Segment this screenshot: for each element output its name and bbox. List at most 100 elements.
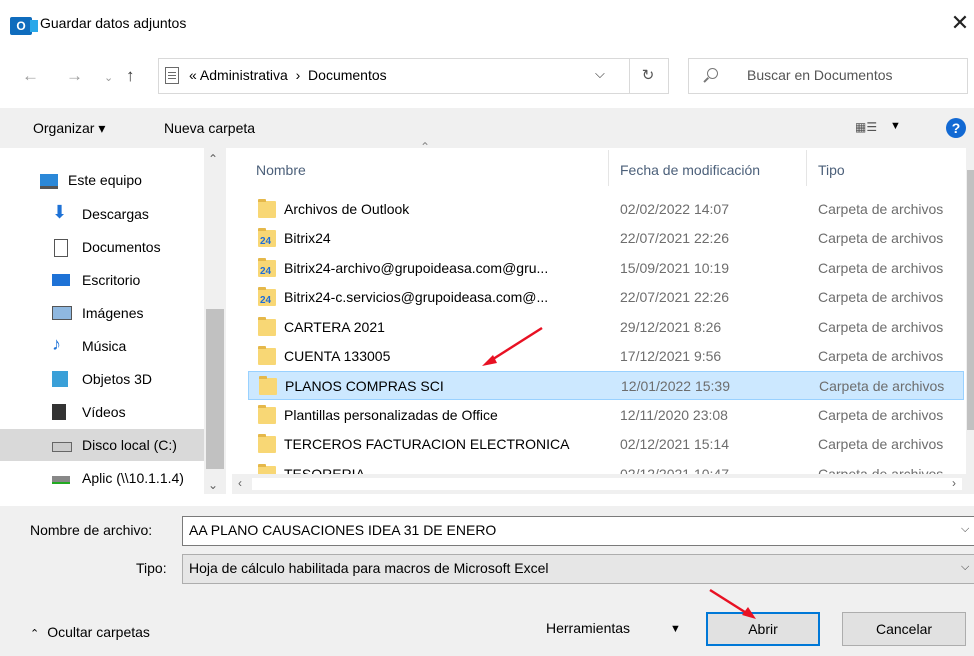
- chevron-up-icon: ⌃: [30, 628, 40, 640]
- file-name: PLANOS COMPRAS SCI: [285, 378, 444, 395]
- music-icon: ♪: [52, 334, 61, 354]
- file-date: 29/12/2021 8:26: [620, 318, 722, 335]
- file-date: 12/11/2020 23:08: [620, 406, 728, 423]
- file-list-scrollbar-thumb[interactable]: [967, 170, 974, 430]
- file-type: Carpeta de archivos: [818, 230, 944, 247]
- nav-item-disco-local[interactable]: Disco local (C:): [0, 429, 204, 461]
- nav-item-este-equipo[interactable]: Este equipo: [0, 164, 204, 196]
- new-folder-button[interactable]: Nueva carpeta: [164, 120, 255, 136]
- file-date: 02/12/2021 15:14: [620, 436, 729, 453]
- nav-item-descargas[interactable]: ⬇ Descargas: [0, 198, 204, 230]
- up-arrow-icon[interactable]: ↑: [126, 66, 135, 86]
- file-date: 12/01/2022 15:39: [621, 378, 730, 395]
- column-header-type[interactable]: Tipo: [818, 162, 845, 178]
- open-button[interactable]: Abrir: [706, 612, 820, 646]
- file-type: Carpeta de archivos: [818, 436, 944, 453]
- download-icon: ⬇: [52, 202, 68, 222]
- file-row[interactable]: 24 Bitrix24 22/07/2021 22:26 Carpeta de arc…: [248, 224, 964, 253]
- computer-icon: [40, 174, 58, 189]
- file-name: Plantillas personalizadas de Office: [284, 406, 498, 423]
- file-row[interactable]: Plantillas personalizadas de Office 12/11…: [248, 401, 964, 430]
- nav-item-videos[interactable]: Vídeos: [0, 396, 204, 428]
- nav-item-musica[interactable]: ♪ Música: [0, 330, 204, 362]
- nav-item-imagenes[interactable]: Imágenes: [0, 297, 204, 329]
- outlook-icon: O: [10, 17, 38, 35]
- folder-icon: [258, 199, 276, 218]
- address-bar[interactable]: « Administrativa › Documentos ⌵: [158, 58, 630, 94]
- file-row[interactable]: CUENTA 133005 17/12/2021 9:56 Carpeta de a…: [248, 342, 964, 371]
- file-row[interactable]: 24 Bitrix24-archivo@grupoideasa.com@gru..…: [248, 254, 964, 283]
- file-type-select[interactable]: Hoja de cálculo habilitada para macros d…: [182, 554, 974, 584]
- filename-input[interactable]: [189, 522, 949, 538]
- scroll-up-arrow-icon[interactable]: ⌃: [208, 152, 218, 166]
- 3d-objects-icon: [52, 371, 68, 387]
- view-options-icon[interactable]: ▦☰: [855, 120, 879, 134]
- forward-arrow-icon[interactable]: →: [66, 66, 83, 86]
- breadcrumb[interactable]: « Administrativa › Documentos: [189, 67, 387, 83]
- file-row[interactable]: Archivos de Outlook 02/02/2022 14:07 Carpe…: [248, 195, 964, 224]
- folder-icon: [258, 434, 276, 454]
- organize-menu-button[interactable]: Organizar ▾: [33, 120, 105, 137]
- refresh-button[interactable]: ↻: [628, 58, 669, 94]
- file-name: CARTERA 2021: [284, 318, 385, 335]
- file-name: Bitrix24-archivo@grupoideasa.com@gru...: [284, 259, 549, 276]
- column-header-name[interactable]: Nombre: [256, 162, 306, 178]
- nav-scrollbar-thumb[interactable]: [206, 309, 224, 469]
- chevron-down-icon[interactable]: ⌵: [961, 561, 969, 574]
- nav-item-objetos-3d[interactable]: Objetos 3D: [0, 363, 204, 395]
- type-label: Tipo:: [136, 560, 167, 576]
- search-icon: [707, 68, 718, 79]
- file-name: Bitrix24-c.servicios@grupoideasa.com@...: [284, 289, 549, 306]
- file-row[interactable]: CARTERA 2021 29/12/2021 8:26 Carpeta de ar…: [248, 313, 964, 342]
- scroll-left-arrow-icon[interactable]: ‹: [238, 476, 242, 490]
- document-icon: [165, 67, 179, 84]
- folder-icon: [258, 404, 276, 424]
- file-date: 15/09/2021 10:19: [620, 259, 729, 276]
- file-name: CUENTA 133005: [284, 348, 391, 364]
- help-button[interactable]: ?: [946, 118, 966, 138]
- hide-folders-button[interactable]: ⌃ Ocultar carpetas: [30, 624, 150, 640]
- scroll-right-arrow-icon[interactable]: ›: [952, 476, 956, 490]
- filename-combobox[interactable]: ⌵: [182, 516, 974, 546]
- file-date: 02/02/2022 14:07: [620, 201, 729, 217]
- bitrix24-badge-icon: 24: [259, 236, 273, 248]
- view-dropdown-icon[interactable]: ▼: [890, 120, 901, 132]
- videos-icon: [52, 404, 66, 420]
- chevron-down-icon[interactable]: ⌵: [961, 523, 969, 536]
- file-row[interactable]: PLANOS COMPRAS SCI 12/01/2022 15:39 Carpet…: [248, 371, 964, 401]
- column-separator[interactable]: [608, 150, 609, 186]
- network-drive-icon: [52, 476, 70, 484]
- nav-item-escritorio[interactable]: Escritorio: [0, 264, 204, 296]
- file-row[interactable]: TERCEROS FACTURACION ELECTRONICA 02/12/20…: [248, 430, 964, 459]
- file-type: Carpeta de archivos: [818, 289, 944, 306]
- file-type: Carpeta de archivos: [819, 378, 945, 395]
- file-type-value: Hoja de cálculo habilitada para macros d…: [189, 560, 549, 576]
- scroll-down-arrow-icon[interactable]: ⌄: [208, 478, 218, 492]
- toolbar: Organizar ▾ Nueva carpeta ▦☰ ▼ ?: [0, 108, 974, 148]
- file-row[interactable]: 24 Bitrix24-c.servicios@grupoideasa.com@.…: [248, 283, 964, 312]
- file-type: Carpeta de archivos: [818, 201, 944, 217]
- file-type: Carpeta de archivos: [818, 348, 944, 364]
- search-box[interactable]: [688, 58, 968, 94]
- tools-menu-button[interactable]: Herramientas: [546, 620, 630, 636]
- sort-ascending-icon: ⌃: [420, 140, 431, 154]
- chevron-down-icon[interactable]: ⌵: [595, 66, 605, 82]
- file-date: 17/12/2021 9:56: [620, 348, 722, 364]
- back-arrow-icon[interactable]: ←: [22, 66, 39, 86]
- recent-locations-chevron-icon[interactable]: ⌄: [104, 71, 113, 84]
- tools-dropdown-icon[interactable]: ▼: [670, 623, 681, 635]
- column-separator[interactable]: [806, 150, 807, 186]
- column-header-date[interactable]: Fecha de modificación: [620, 162, 760, 178]
- file-type: Carpeta de archivos: [818, 259, 944, 276]
- close-button[interactable]: ✕: [946, 10, 974, 38]
- file-type: Carpeta de archivos: [818, 318, 944, 335]
- nav-item-documentos[interactable]: Documentos: [0, 231, 204, 263]
- nav-item-aplic[interactable]: Aplic (\\10.1.1.4): [0, 462, 204, 494]
- horizontal-scrollbar-thumb[interactable]: [252, 478, 962, 490]
- cancel-button[interactable]: Cancelar: [842, 612, 966, 646]
- folder-icon: [258, 316, 276, 336]
- document-icon: [54, 239, 68, 257]
- search-input[interactable]: [747, 67, 957, 83]
- folder-icon: [259, 376, 277, 396]
- folder-icon: [258, 346, 276, 365]
